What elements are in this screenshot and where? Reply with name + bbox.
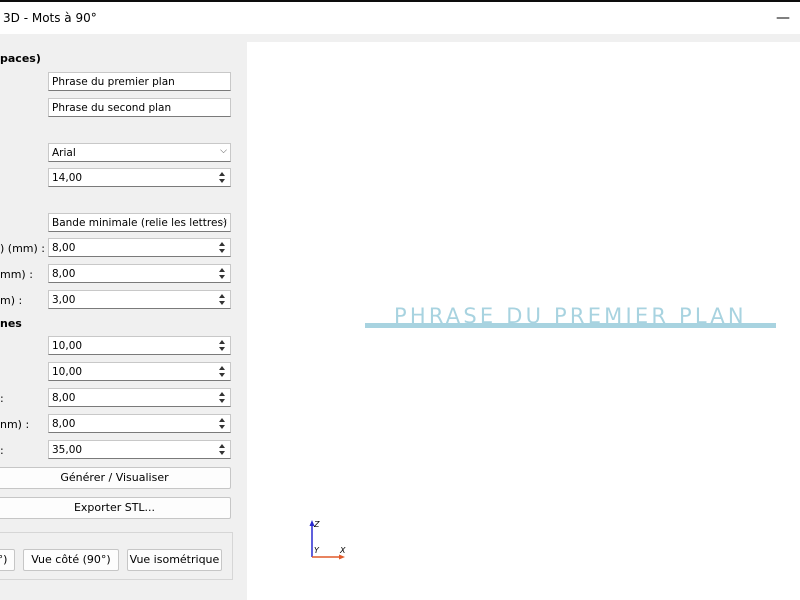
base-3-value: 3,00 [52, 294, 76, 306]
slot-4-spinbox[interactable]: 8,00 [48, 414, 231, 433]
base-mode-select[interactable]: Bande minimale (relie les lettres) ⌵ [48, 213, 231, 232]
base-3-label: m) : [0, 294, 23, 307]
chevron-down-icon: ⌵ [220, 216, 227, 226]
spin-arrows-icon[interactable] [217, 363, 229, 380]
chevron-down-icon: ⌵ [220, 146, 227, 156]
phrase-front-input[interactable]: Phrase du premier plan [48, 72, 231, 91]
view-side-button[interactable]: Vue côté (90°) [23, 549, 119, 571]
viewport-header-strip [247, 34, 800, 42]
rendered-base-band [365, 323, 776, 328]
spin-arrows-icon[interactable] [217, 389, 229, 406]
generate-button[interactable]: Générer / Visualiser [0, 467, 231, 489]
slot-5-value: 35,00 [52, 444, 83, 456]
slot-4-label: nm) : [0, 418, 30, 431]
phrases-section-header: paces) [0, 52, 41, 65]
base-2-value: 8,00 [52, 268, 76, 280]
slot-3-label: : [0, 392, 4, 405]
slot-2-value: 10,00 [52, 366, 83, 378]
phrase-front-value: Phrase du premier plan [52, 76, 175, 88]
view-front-button[interactable]: °) [0, 549, 15, 571]
phrase-back-input[interactable]: Phrase du second plan [48, 98, 231, 117]
slot-2-spinbox[interactable]: 10,00 [48, 362, 231, 381]
slot-1-spinbox[interactable]: 10,00 [48, 336, 231, 355]
base-3-spinbox[interactable]: 3,00 [48, 290, 231, 309]
phrase-back-value: Phrase du second plan [52, 102, 172, 114]
slot-3-value: 8,00 [52, 392, 76, 404]
spin-arrows-icon[interactable] [217, 441, 229, 458]
slot-5-label: : [0, 444, 4, 457]
spin-arrows-icon[interactable] [217, 415, 229, 432]
window-title: 3D - Mots à 90° [3, 11, 97, 25]
base-1-value: 8,00 [52, 242, 76, 254]
slot-3-spinbox[interactable]: 8,00 [48, 388, 231, 407]
base-mode-value: Bande minimale (relie les lettres) [52, 217, 228, 229]
base-2-spinbox[interactable]: 8,00 [48, 264, 231, 283]
font-select[interactable]: Arial ⌵ [48, 143, 231, 162]
slot-4-value: 8,00 [52, 418, 76, 430]
spin-arrows-icon[interactable] [217, 265, 229, 282]
font-value: Arial [52, 147, 76, 159]
y-axis-label: Y [314, 546, 320, 555]
view-isometric-button[interactable]: Vue isométrique [127, 549, 222, 571]
export-stl-button[interactable]: Exporter STL... [0, 497, 231, 519]
slots-section-header: nes [0, 317, 22, 330]
title-bar: 3D - Mots à 90° — [0, 2, 800, 34]
base-2-label: mm) : [0, 268, 33, 281]
spin-arrows-icon[interactable] [217, 337, 229, 354]
x-axis-label: X [339, 546, 346, 555]
base-1-label: ) (mm) : [0, 242, 46, 255]
font-size-value: 14,00 [52, 172, 83, 184]
spin-arrows-icon[interactable] [217, 291, 229, 308]
minimize-button[interactable]: — [776, 11, 790, 25]
z-axis-label: Z [313, 520, 320, 529]
slot-1-value: 10,00 [52, 340, 83, 352]
spin-arrows-icon[interactable] [217, 239, 229, 256]
axes-triad-icon: Z Y X [309, 520, 346, 560]
spin-arrows-icon[interactable] [217, 169, 229, 186]
font-size-spinbox[interactable]: 14,00 [48, 168, 231, 187]
base-1-spinbox[interactable]: 8,00 [48, 238, 231, 257]
x-axis-arrow [339, 554, 345, 560]
slot-5-spinbox[interactable]: 35,00 [48, 440, 231, 459]
